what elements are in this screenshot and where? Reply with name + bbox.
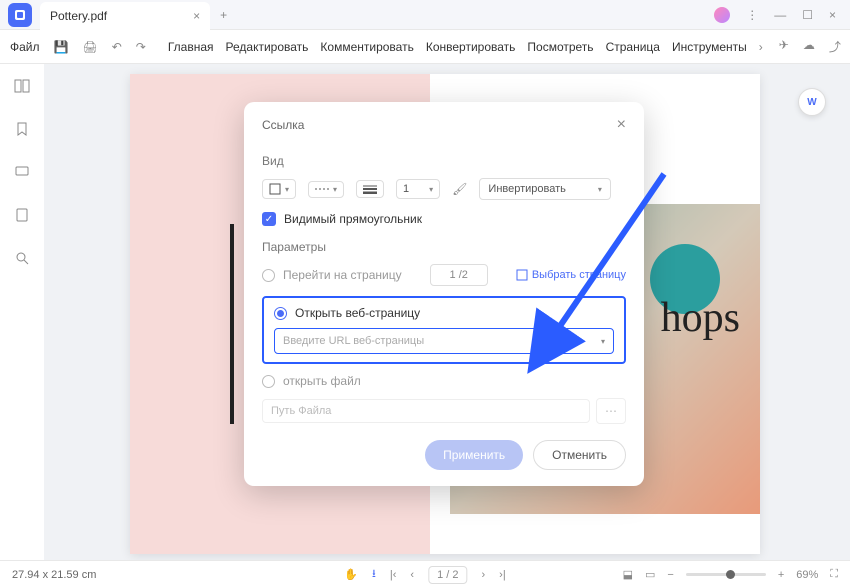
line-weight-icon[interactable]: [356, 180, 384, 198]
prev-page-icon[interactable]: ‹: [410, 569, 414, 581]
menu-page[interactable]: Страница: [602, 36, 664, 58]
color-picker-icon[interactable]: 🖌: [452, 182, 467, 196]
share-icon[interactable]: ✈: [779, 38, 789, 55]
minimize-icon[interactable]: —: [774, 8, 786, 22]
tab-title: Pottery.pdf: [50, 9, 107, 23]
fit-page-icon[interactable]: ▭: [645, 568, 655, 581]
apply-button[interactable]: Применить: [425, 440, 523, 470]
hand-tool-icon[interactable]: ✋: [344, 568, 358, 581]
menu-edit[interactable]: Редактировать: [222, 36, 313, 58]
fit-width-icon[interactable]: ⬓: [623, 568, 633, 581]
open-web-label: Открыть веб-страницу: [295, 306, 420, 320]
undo-icon[interactable]: ↶: [112, 40, 122, 54]
upload-icon[interactable]: ⤴: [829, 38, 841, 55]
last-page-icon[interactable]: ›|: [499, 569, 506, 581]
open-file-radio[interactable]: [262, 375, 275, 388]
word-badge[interactable]: W: [798, 88, 826, 116]
page-number-input[interactable]: 1 /2: [430, 264, 488, 286]
save-icon[interactable]: 💾: [54, 40, 69, 54]
open-web-radio[interactable]: [274, 307, 287, 320]
document-canvas: Информация hops W Ссылка × Вид ▾ ▾ 1▾ 🖌 …: [44, 64, 850, 560]
left-sidebar: [0, 64, 44, 560]
invert-dropdown[interactable]: Инвертировать▾: [479, 178, 611, 200]
page-dimensions: 27.94 x 21.59 cm: [12, 569, 96, 581]
add-tab-icon[interactable]: +: [220, 8, 227, 22]
main-menu: Главная Редактировать Комментировать Кон…: [164, 36, 767, 58]
search-icon[interactable]: [14, 250, 30, 269]
comments-icon[interactable]: [14, 164, 30, 183]
goto-page-label: Перейти на страницу: [283, 268, 402, 282]
goto-page-radio[interactable]: [262, 269, 275, 282]
document-tab[interactable]: Pottery.pdf ×: [40, 2, 210, 30]
file-menu[interactable]: Файл: [10, 40, 40, 54]
visible-rect-label: Видимый прямоугольник: [284, 212, 422, 226]
url-input[interactable]: Введите URL веб-страницы▾: [274, 328, 614, 354]
print-icon[interactable]: 🖨: [82, 40, 97, 54]
cancel-button[interactable]: Отменить: [533, 440, 626, 470]
next-page-icon[interactable]: ›: [481, 569, 485, 581]
open-web-highlight: Открыть веб-страницу Введите URL веб-стр…: [262, 296, 626, 364]
thumbnails-icon[interactable]: [14, 78, 30, 97]
line-style-dropdown[interactable]: ▾: [308, 181, 344, 198]
dialog-title: Ссылка: [262, 118, 304, 132]
zoom-level: 69%: [796, 569, 818, 581]
first-page-icon[interactable]: |‹: [390, 569, 397, 581]
toolbar: Файл 💾 🖨 ↶ ↷ Главная Редактировать Комме…: [0, 30, 850, 64]
fullscreen-icon[interactable]: ⛶: [830, 568, 838, 581]
page-indicator[interactable]: 1 / 2: [428, 566, 467, 584]
page-hops-text: hops: [661, 294, 740, 342]
menu-more-icon[interactable]: ›: [755, 36, 767, 58]
zoom-out-icon[interactable]: −: [667, 569, 673, 581]
close-tab-icon[interactable]: ×: [193, 9, 200, 23]
titlebar: Pottery.pdf × + ⋮ — ☐ ×: [0, 0, 850, 30]
menu-comment[interactable]: Комментировать: [316, 36, 417, 58]
kebab-icon[interactable]: ⋮: [746, 8, 758, 22]
visible-rect-checkbox[interactable]: ✓: [262, 212, 276, 226]
link-dialog: Ссылка × Вид ▾ ▾ 1▾ 🖌 Инвертировать▾ ✓ В…: [244, 102, 644, 486]
browse-file-button[interactable]: ⋯: [596, 398, 626, 424]
app-icon[interactable]: [8, 3, 32, 27]
zoom-in-icon[interactable]: +: [778, 569, 784, 581]
close-window-icon[interactable]: ×: [829, 8, 836, 22]
attachments-icon[interactable]: [14, 207, 30, 226]
menu-home[interactable]: Главная: [164, 36, 218, 58]
menu-view[interactable]: Посмотреть: [523, 36, 597, 58]
window-controls: ⋮ — ☐ ×: [714, 7, 850, 23]
zoom-slider[interactable]: [686, 573, 766, 576]
border-style-dropdown[interactable]: ▾: [262, 179, 296, 199]
section-params: Параметры: [262, 240, 626, 254]
file-path-input[interactable]: Путь Файла: [262, 399, 590, 423]
redo-icon[interactable]: ↷: [136, 40, 146, 54]
menu-convert[interactable]: Конвертировать: [422, 36, 520, 58]
bookmark-icon[interactable]: [14, 121, 30, 140]
thickness-dropdown[interactable]: 1▾: [396, 179, 440, 199]
select-tool-icon[interactable]: ⭳: [372, 565, 376, 584]
avatar[interactable]: [714, 7, 730, 23]
cloud-icon[interactable]: ☁: [803, 38, 815, 55]
maximize-icon[interactable]: ☐: [802, 8, 813, 22]
open-file-label: открыть файл: [283, 374, 361, 388]
close-dialog-icon[interactable]: ×: [617, 116, 626, 134]
select-page-link[interactable]: Выбрать страницу: [516, 269, 626, 281]
statusbar: 27.94 x 21.59 cm ✋ ⭳ |‹ ‹ 1 / 2 › ›| ⬓ ▭…: [0, 560, 850, 588]
menu-tools[interactable]: Инструменты: [668, 36, 751, 58]
section-view: Вид: [262, 154, 626, 168]
